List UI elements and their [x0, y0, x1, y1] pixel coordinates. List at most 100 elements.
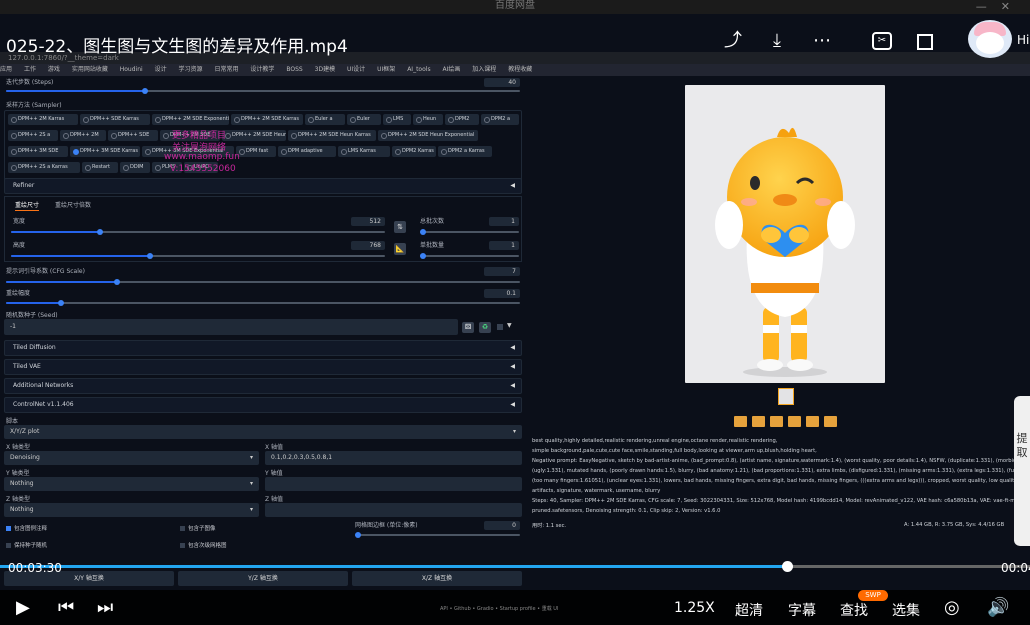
window-controls[interactable]: — ✕ — [976, 0, 1010, 13]
folder-icon[interactable] — [734, 416, 747, 427]
progress-played[interactable] — [0, 565, 788, 568]
tiled-vae-accordion[interactable]: Tiled VAE ◀ — [4, 359, 522, 375]
bookmark[interactable]: 教程收藏 — [508, 66, 532, 73]
sampler-option[interactable]: DPM adaptive — [278, 146, 336, 157]
bookmark[interactable]: Houdini — [120, 66, 143, 73]
ruler-icon[interactable]: 📐 — [394, 243, 406, 255]
play-icon[interactable]: ▶ — [16, 597, 30, 618]
palette-icon[interactable] — [806, 416, 819, 427]
z-type-select[interactable]: Nothing ▾ — [4, 503, 259, 517]
episodes-button[interactable]: 选集 — [892, 600, 920, 620]
bookmark[interactable]: 设计 — [155, 66, 167, 73]
grid-margin-slider[interactable] — [355, 532, 520, 538]
progress-remaining[interactable] — [788, 565, 1030, 568]
output-image[interactable] — [685, 85, 885, 383]
quality-button[interactable]: 超清 — [735, 600, 763, 620]
sampler-option[interactable]: DDIM — [120, 162, 150, 173]
sampler-option[interactable]: DPM2 — [445, 114, 479, 125]
width-slider[interactable] — [11, 229, 385, 235]
x-type-select[interactable]: Denoising ▾ — [4, 451, 259, 465]
extra-seed-checkbox[interactable] — [497, 324, 503, 330]
settings-icon[interactable]: ◎ — [944, 597, 960, 618]
grid-margin-input[interactable]: 0 — [484, 521, 520, 530]
screen-record-icon[interactable]: ✂ — [872, 32, 892, 50]
sampler-option[interactable]: Restart — [82, 162, 118, 173]
dice-icon[interactable]: ⚄ — [462, 322, 474, 333]
bookmark[interactable]: 实用网站收藏 — [72, 66, 108, 73]
steps-input[interactable]: 40 — [484, 78, 520, 87]
sampler-option[interactable]: DPM++ 3M SDE — [8, 146, 68, 157]
gallery-thumbnail[interactable] — [778, 388, 794, 405]
sampler-option[interactable]: DPM2 a Karras — [438, 146, 492, 157]
bookmark[interactable]: UI框架 — [377, 66, 395, 73]
tab-resize-by[interactable]: 重绘尺寸倍数 — [55, 200, 91, 209]
expand-icon[interactable]: ▼ — [507, 322, 512, 329]
tiled-diffusion-accordion[interactable]: Tiled Diffusion ◀ — [4, 340, 522, 356]
progress-handle[interactable] — [782, 561, 793, 572]
save-icon[interactable] — [752, 416, 765, 427]
steps-slider[interactable] — [6, 88, 520, 94]
cfg-input[interactable]: 7 — [484, 267, 520, 276]
swap-dimensions-button[interactable]: ⇅ — [394, 221, 406, 233]
bookmark[interactable]: 设计教学 — [250, 66, 274, 73]
avatar[interactable] — [968, 20, 1012, 58]
previous-icon[interactable]: ⏮ — [58, 597, 74, 618]
find-button[interactable]: 查找 — [840, 600, 868, 620]
tab-resize[interactable]: 重绘尺寸 — [15, 200, 40, 211]
window-icon[interactable] — [917, 34, 933, 50]
bookmark[interactable]: 游戏 — [48, 66, 60, 73]
bookmark[interactable]: 工作 — [24, 66, 36, 73]
sampler-option[interactable]: DPM++ SDE Karras — [80, 114, 150, 125]
denoise-input[interactable]: 0.1 — [484, 289, 520, 298]
sampler-option[interactable]: LMS Karras — [338, 146, 390, 157]
bookmark[interactable]: 加入课程 — [472, 66, 496, 73]
bookmark[interactable]: 学习资源 — [179, 66, 203, 73]
volume-icon[interactable]: 🔊 — [987, 597, 1009, 618]
seed-input[interactable]: -1 — [4, 319, 458, 335]
z-values-input[interactable] — [265, 503, 522, 517]
additional-networks-accordion[interactable]: Additional Networks ◀ — [4, 378, 522, 394]
recycle-icon[interactable]: ♻ — [479, 322, 491, 333]
sampler-option[interactable]: DPM fast — [236, 146, 276, 157]
subimages-checkbox[interactable]: 包含子图像 — [180, 524, 216, 532]
sampler-option[interactable]: DPM++ 2M SDE Karras — [231, 114, 303, 125]
bookmark[interactable]: 日常常用 — [214, 66, 238, 73]
sampler-option[interactable]: DPM++ 2S a — [8, 130, 58, 141]
sampler-option[interactable]: DPM++ SDE — [108, 130, 158, 141]
sampler-option-selected[interactable]: DPM++ 3M SDE Karras — [70, 146, 140, 157]
sampler-option[interactable]: LMS — [383, 114, 411, 125]
sampler-option[interactable]: DPM++ 2M SDE Exponential — [152, 114, 229, 125]
sampler-option[interactable]: Euler — [347, 114, 381, 125]
height-slider[interactable] — [11, 253, 385, 259]
subgrid-checkbox[interactable]: 包含次级网格图 — [180, 541, 227, 549]
width-input[interactable]: 512 — [351, 217, 385, 226]
batch-size-slider[interactable] — [420, 253, 519, 259]
sampler-option[interactable]: DPM++ 2S a Karras — [8, 162, 80, 173]
side-panel[interactable]: 提取 — [1014, 396, 1030, 546]
bookmark[interactable]: AI_tools — [407, 66, 430, 73]
sampler-option[interactable]: DPM++ 2M Karras — [8, 114, 78, 125]
download-icon[interactable]: ⤓ — [766, 30, 788, 52]
swap-yz-button[interactable]: Y/Z 轴互换 — [178, 571, 348, 586]
swap-xz-button[interactable]: X/Z 轴互换 — [352, 571, 522, 586]
bookmark[interactable]: AI绘画 — [443, 66, 461, 73]
share-icon[interactable]: ⤴ — [722, 30, 744, 52]
sampler-option[interactable]: DPM++ 2M SDE Heun Exponential — [378, 130, 478, 141]
sampler-option[interactable]: Euler a — [305, 114, 345, 125]
bookmark[interactable]: 应用 — [0, 66, 12, 73]
more-icon[interactable]: ⋯ — [811, 30, 833, 52]
sampler-option[interactable]: DPM++ 2M SDE Heun — [222, 130, 286, 141]
denoise-slider[interactable] — [6, 300, 520, 306]
bookmark[interactable]: UI设计 — [347, 66, 365, 73]
sampler-option[interactable]: Heun — [413, 114, 443, 125]
x-values-input[interactable]: 0.1,0.2,0.3,0.5,0.8,1 — [265, 451, 522, 465]
batch-size-input[interactable]: 1 — [489, 241, 519, 250]
bookmark[interactable]: 3D建模 — [315, 66, 335, 73]
cfg-slider[interactable] — [6, 279, 520, 285]
batch-count-slider[interactable] — [420, 229, 519, 235]
sampler-option[interactable]: DPM2 Karras — [392, 146, 436, 157]
sampler-option[interactable]: DPM++ 2M — [60, 130, 106, 141]
image-icon[interactable] — [788, 416, 801, 427]
sampler-option[interactable]: DPM2 a — [481, 114, 519, 125]
height-input[interactable]: 768 — [351, 241, 385, 250]
